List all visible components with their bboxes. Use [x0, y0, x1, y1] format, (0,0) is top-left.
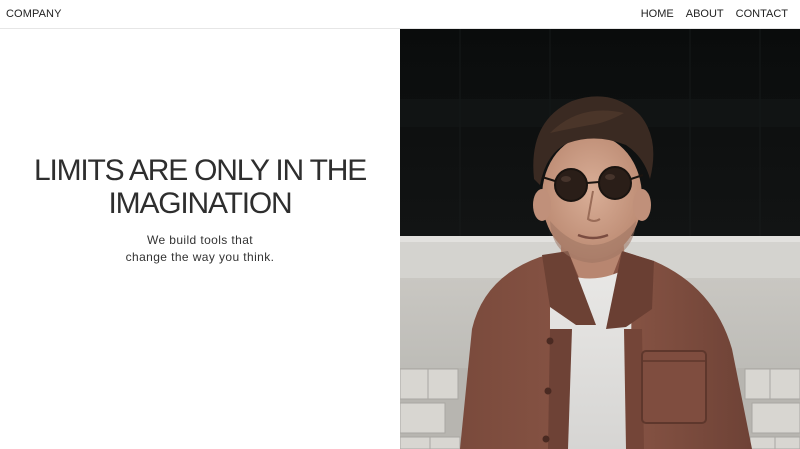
hero-photo: [400, 29, 800, 449]
nav-link-contact[interactable]: CONTACT: [736, 8, 788, 20]
hero-tagline: We build tools that change the way you t…: [100, 232, 300, 266]
hero-tagline-line-1: We build tools that: [146, 233, 254, 247]
portrait-photo-of-man-in-sunglasses: [400, 29, 800, 449]
hero-tagline-line-2: change the way you think.: [125, 250, 275, 264]
nav-link-about[interactable]: ABOUT: [686, 8, 724, 20]
top-navbar: COMPANY HOME ABOUT CONTACT: [0, 0, 800, 29]
main-nav: HOME ABOUT CONTACT: [641, 8, 788, 20]
nav-link-home[interactable]: HOME: [641, 8, 674, 20]
hero-headline: LIMITS ARE ONLY IN THE IMAGINATION: [33, 154, 367, 220]
hero-text-panel: LIMITS ARE ONLY IN THE IMAGINATION We bu…: [0, 29, 400, 449]
brand-logo-link[interactable]: COMPANY: [6, 8, 62, 20]
